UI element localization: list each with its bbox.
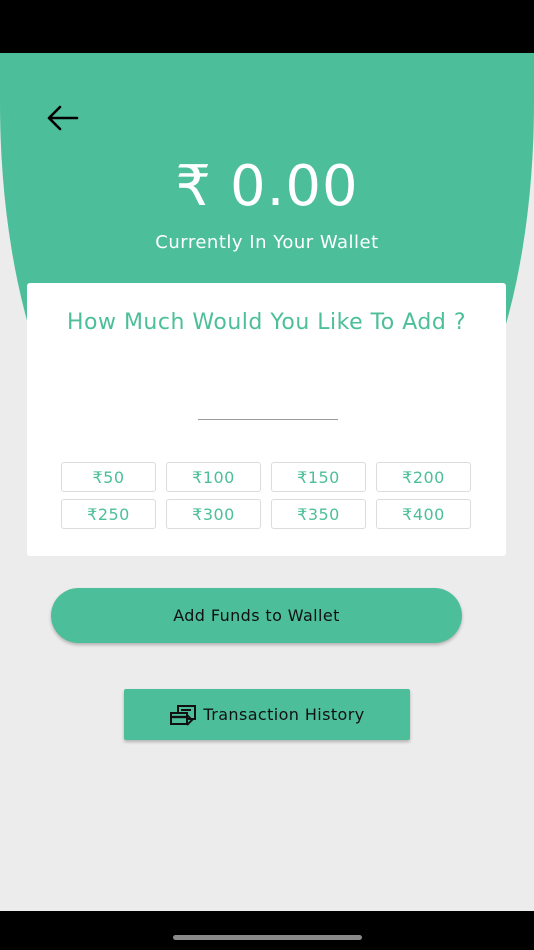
transaction-history-icon bbox=[169, 704, 197, 726]
transaction-history-button[interactable]: Transaction History bbox=[124, 689, 410, 740]
amount-input[interactable] bbox=[198, 387, 338, 420]
quick-amount-chip[interactable]: ₹350 bbox=[271, 499, 366, 529]
system-nav-bar bbox=[0, 911, 534, 950]
home-indicator[interactable] bbox=[173, 935, 362, 940]
quick-amount-chip[interactable]: ₹150 bbox=[271, 462, 366, 492]
quick-amount-chip[interactable]: ₹300 bbox=[166, 499, 261, 529]
add-money-card: How Much Would You Like To Add ? ₹50 ₹100… bbox=[27, 283, 506, 556]
currency-symbol: ₹ bbox=[175, 154, 212, 219]
wallet-caption: Currently In Your Wallet bbox=[155, 232, 379, 253]
transaction-history-label: Transaction History bbox=[203, 705, 365, 724]
amount-question: How Much Would You Like To Add ? bbox=[66, 310, 467, 335]
wallet-balance: ₹0.00 bbox=[0, 152, 534, 222]
quick-amount-chip[interactable]: ₹200 bbox=[376, 462, 471, 492]
quick-amount-chip[interactable]: ₹100 bbox=[166, 462, 261, 492]
back-button[interactable] bbox=[40, 98, 84, 138]
balance-amount: 0.00 bbox=[229, 154, 359, 219]
arrow-left-icon bbox=[47, 105, 79, 131]
quick-amount-chip[interactable]: ₹400 bbox=[376, 499, 471, 529]
add-funds-label: Add Funds to Wallet bbox=[173, 606, 340, 625]
add-funds-button[interactable]: Add Funds to Wallet bbox=[51, 588, 462, 643]
status-bar bbox=[0, 0, 534, 53]
quick-amount-grid: ₹50 ₹100 ₹150 ₹200 ₹250 ₹300 ₹350 ₹400 bbox=[61, 462, 471, 529]
quick-amount-chip[interactable]: ₹250 bbox=[61, 499, 156, 529]
quick-amount-chip[interactable]: ₹50 bbox=[61, 462, 156, 492]
